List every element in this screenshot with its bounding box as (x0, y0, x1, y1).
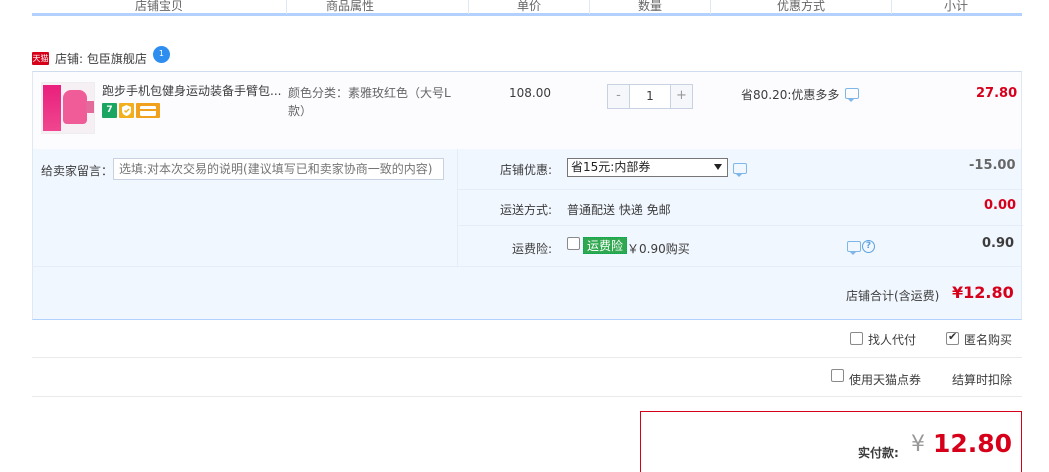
quantity-stepper[interactable]: - 1 + (607, 84, 693, 109)
header-price: 单价 (517, 0, 542, 13)
seven-day-return-icon[interactable]: 7 (102, 103, 117, 118)
shipping-value: 0.00 (984, 198, 1017, 213)
header-item: 店铺宝贝 (135, 0, 184, 13)
payment-currency: ¥ (911, 432, 925, 457)
qty-minus-button[interactable]: - (608, 85, 629, 108)
wangwang-chat-icon[interactable]: 1 (152, 45, 170, 63)
coupon-info-icon[interactable] (733, 163, 747, 177)
qty-input[interactable]: 1 (629, 85, 671, 108)
header-attr: 商品属性 (326, 0, 375, 13)
shop-total-value: ¥12.80 (952, 283, 1014, 302)
insurance-price-text: ￥0.90购买 (627, 242, 690, 256)
points-label[interactable]: 使用天猫点券 (849, 371, 921, 388)
header-subtotal: 小计 (944, 0, 969, 13)
table-header: 店铺宝贝 商品属性 单价 数量 优惠方式 小计 (32, 0, 1022, 16)
divider (32, 357, 1022, 358)
proxy-pay-checkbox[interactable] (850, 332, 863, 345)
item-subtotal: 27.80 (976, 86, 1018, 101)
anonymous-checkbox[interactable] (946, 330, 959, 345)
product-band-image (86, 101, 94, 113)
anonymous-label[interactable]: 匿名购买 (964, 331, 1012, 348)
item-attribute: 颜色分类：素雅玫红色（大号L款） (288, 86, 451, 118)
header-divider (286, 0, 287, 14)
points-checkbox[interactable] (831, 369, 844, 382)
shop-discount-value: -15.00 (969, 158, 1016, 173)
item-title-link[interactable]: 跑步手机包健身运动装备手臂包... (102, 83, 284, 99)
points-note: 结算时扣除 (952, 373, 1013, 387)
shop-discount-label: 店铺优惠: (500, 163, 553, 177)
shop-total-label: 店铺合计(含运费) (846, 289, 940, 303)
insurance-value: 0.90 (982, 236, 1015, 251)
insurance-tag: 运费险 (583, 237, 628, 254)
shop-discount-select[interactable]: 省15元:内部券 (567, 158, 728, 177)
item-thumbnail[interactable] (41, 82, 95, 134)
shop-discount-selected: 省15元:内部券 (571, 160, 651, 174)
credit-card-icon[interactable] (136, 103, 160, 118)
qty-plus-button[interactable]: + (671, 85, 692, 108)
payment-value: 12.80 (933, 429, 1013, 458)
product-bag-image (63, 90, 87, 124)
panel-divider (458, 225, 1023, 226)
help-question-icon[interactable]: ? (862, 240, 875, 253)
chevron-down-icon (714, 164, 722, 170)
message-input[interactable] (113, 158, 444, 180)
item-discount: 省80.20:优惠多多 (741, 88, 840, 102)
proxy-pay-label[interactable]: 找人代付 (868, 331, 916, 348)
shop-name-link[interactable]: 店铺: 包臣旗舰店 (55, 50, 147, 67)
guarantee-shield-icon[interactable] (119, 103, 134, 118)
shipping-label: 运送方式: (500, 203, 553, 217)
header-divider (589, 0, 590, 14)
insurance-label: 运费险: (512, 242, 553, 256)
payment-label: 实付款: (858, 446, 899, 460)
divider (32, 396, 1022, 397)
insurance-info-icon[interactable] (847, 241, 861, 255)
header-qty: 数量 (638, 0, 663, 13)
header-discount: 优惠方式 (777, 0, 826, 13)
discount-info-icon[interactable] (845, 88, 859, 102)
tmall-logo-icon: 天猫 (32, 51, 49, 65)
panel-divider (458, 189, 1023, 190)
header-divider (710, 0, 711, 14)
header-divider (468, 0, 469, 14)
product-box-image (43, 85, 61, 131)
shipping-method: 普通配送 快递 免邮 (567, 203, 671, 217)
header-divider (891, 0, 892, 14)
service-badges: 7 (102, 103, 160, 118)
item-price: 108.00 (509, 86, 551, 100)
message-label: 给卖家留言： (41, 164, 114, 178)
shop-line: 天猫 店铺: 包臣旗舰店 1 (32, 45, 170, 68)
panel-divider (457, 149, 458, 266)
insurance-checkbox[interactable] (567, 237, 580, 250)
